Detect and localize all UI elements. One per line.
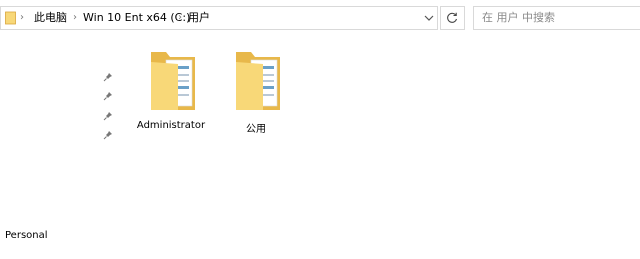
folder-label: Administrator: [136, 120, 206, 131]
address-bar[interactable]: › 此电脑 › Win 10 Ent x64 (C:) › 用户: [0, 6, 438, 30]
breadcrumb-users[interactable]: 用户: [188, 11, 210, 25]
folder-icon: [151, 52, 195, 110]
breadcrumb-separator[interactable]: ›: [178, 11, 182, 25]
navigation-pane: [0, 38, 118, 259]
pin-icon[interactable]: [103, 72, 113, 82]
pin-icon[interactable]: [103, 111, 113, 121]
pin-icon[interactable]: [103, 130, 113, 140]
breadcrumb-drive-c[interactable]: Win 10 Ent x64 (C:): [83, 11, 190, 25]
address-toolbar: › 此电脑 › Win 10 Ent x64 (C:) › 用户 在 用户 中搜…: [0, 0, 640, 38]
folder-item-administrator[interactable]: Administrator: [126, 46, 216, 136]
file-list: Administrator 公用: [118, 38, 640, 259]
folder-icon: [5, 11, 16, 25]
chevron-down-icon[interactable]: [423, 11, 435, 25]
nav-item-personal[interactable]: Personal: [5, 230, 48, 241]
folder-label: 公用: [246, 124, 266, 135]
pin-icon[interactable]: [103, 91, 113, 101]
refresh-icon: [447, 12, 458, 23]
folder-item-public[interactable]: 公用: [211, 46, 301, 136]
breadcrumb-separator[interactable]: ›: [73, 11, 77, 25]
search-placeholder: 在 用户 中搜索: [482, 11, 555, 24]
breadcrumb-this-pc[interactable]: 此电脑: [34, 11, 67, 25]
search-input[interactable]: 在 用户 中搜索: [473, 6, 640, 30]
folder-icon: [236, 52, 280, 110]
refresh-button[interactable]: [440, 6, 465, 30]
breadcrumb-separator[interactable]: ›: [20, 11, 24, 25]
